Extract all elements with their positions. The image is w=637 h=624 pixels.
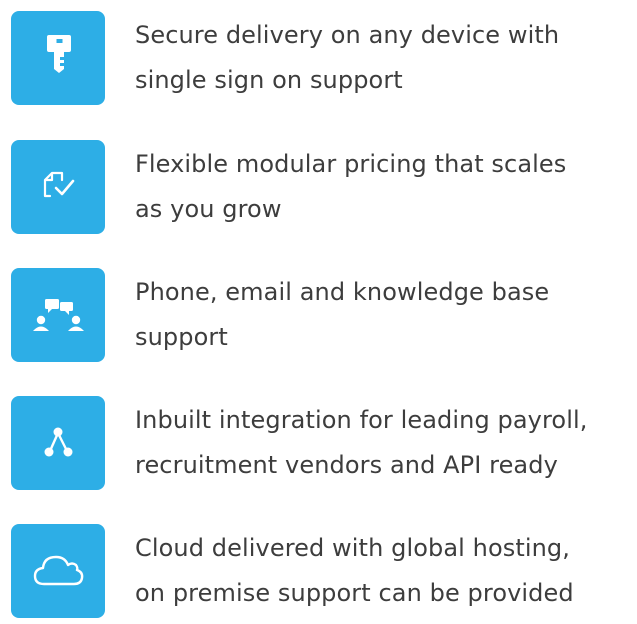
integration-icon bbox=[44, 427, 73, 457]
feature-icon-tile bbox=[11, 396, 105, 490]
feature-item-support: Phone, email and knowledge base support bbox=[11, 268, 637, 363]
feature-line-2: support bbox=[135, 323, 228, 351]
feature-icon-tile bbox=[11, 524, 105, 618]
feature-line-2: single sign on support bbox=[135, 66, 403, 94]
key-icon bbox=[47, 35, 71, 73]
feature-item-pricing: Flexible modular pricing that scales as … bbox=[11, 140, 637, 235]
document-check-icon bbox=[43, 171, 75, 198]
feature-text: Phone, email and knowledge base support bbox=[135, 270, 635, 360]
feature-line-2: recruitment vendors and API ready bbox=[135, 451, 558, 479]
feature-icon-tile bbox=[11, 140, 105, 234]
feature-icon-tile bbox=[11, 11, 105, 105]
cloud-icon bbox=[33, 555, 84, 586]
feature-item-integration: Inbuilt integration for leading payroll,… bbox=[11, 396, 637, 491]
feature-item-secure-delivery: Secure delivery on any device with singl… bbox=[11, 11, 637, 106]
feature-line-1: Inbuilt integration for leading payroll, bbox=[135, 406, 588, 434]
feature-text: Cloud delivered with global hosting, on … bbox=[135, 526, 635, 616]
feature-text: Secure delivery on any device with singl… bbox=[135, 13, 635, 103]
feature-line-1: Phone, email and knowledge base bbox=[135, 278, 550, 306]
feature-line-2: on premise support can be provided bbox=[135, 579, 574, 607]
feature-text: Inbuilt integration for leading payroll,… bbox=[135, 398, 635, 488]
feature-line-2: as you grow bbox=[135, 195, 282, 223]
feature-icon-tile bbox=[11, 268, 105, 362]
feature-line-1: Cloud delivered with global hosting, bbox=[135, 534, 570, 562]
feature-line-1: Flexible modular pricing that scales bbox=[135, 150, 567, 178]
feature-item-cloud: Cloud delivered with global hosting, on … bbox=[11, 524, 637, 619]
feature-line-1: Secure delivery on any device with bbox=[135, 21, 560, 49]
support-chat-icon bbox=[33, 299, 84, 331]
feature-text: Flexible modular pricing that scales as … bbox=[135, 142, 635, 232]
